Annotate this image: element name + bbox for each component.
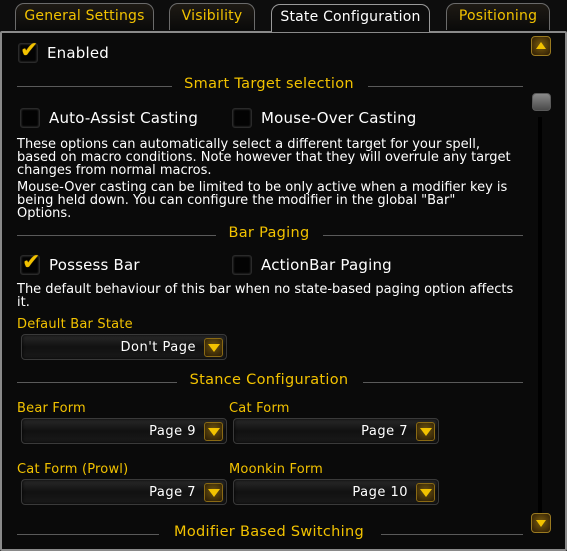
bear-form-dropdown[interactable]: Page 9 (21, 418, 227, 444)
cat-form-dropdown[interactable]: Page 7 (233, 418, 439, 444)
dropdown-value: Page 7 (361, 424, 408, 439)
section-modifier-switching: Modifier Based Switching (15, 524, 523, 544)
scroll-down-arrow-icon[interactable] (531, 513, 551, 533)
scrollbar-track[interactable] (538, 117, 542, 515)
options-panel: ✔ Enabled Smart Target selection Auto-As… (0, 31, 567, 551)
moonkin-form-dropdown[interactable]: Page 10 (233, 479, 439, 505)
tab-general-settings[interactable]: General Settings (15, 3, 154, 30)
scroll-content: ✔ Enabled Smart Target selection Auto-As… (15, 33, 523, 549)
checkmark-icon: ✔ (22, 250, 41, 275)
section-title: Bar Paging (228, 225, 310, 241)
section-smart-target: Smart Target selection (15, 76, 523, 96)
actionbar-paging-checkbox[interactable]: ActionBar Paging (232, 255, 392, 275)
cat-form-prowl-dropdown[interactable]: Page 7 (21, 479, 227, 505)
checkbox-box (20, 108, 40, 128)
dropdown-value: Page 9 (149, 424, 196, 439)
mouse-over-description: Mouse-Over casting can be limited to be … (17, 181, 523, 220)
tab-visibility[interactable]: Visibility (169, 3, 255, 30)
section-bar-paging: Bar Paging (15, 225, 523, 245)
chevron-down-icon[interactable] (204, 338, 223, 357)
enabled-checkbox[interactable]: ✔ Enabled (18, 38, 110, 63)
chevron-down-icon[interactable] (416, 483, 435, 502)
checkbox-box (232, 108, 252, 128)
checkbox-box: ✔ (20, 250, 40, 275)
dropdown-value: Page 10 (352, 485, 408, 500)
actionbar-paging-label: ActionBar Paging (261, 256, 392, 274)
dropdown-value: Page 7 (149, 485, 196, 500)
desc-line: it. (17, 295, 30, 310)
smart-target-description: These options can automatically select a… (17, 138, 523, 177)
cat-form-prowl-label: Cat Form (Prowl) (17, 462, 129, 477)
tab-state-configuration[interactable]: State Configuration (271, 4, 430, 32)
chevron-down-icon[interactable] (204, 483, 223, 502)
section-title: Smart Target selection (184, 76, 354, 92)
desc-line: The default behaviour of this bar when n… (17, 282, 514, 297)
mouse-over-label: Mouse-Over Casting (261, 109, 417, 127)
desc-line: Options. (17, 206, 72, 221)
possess-bar-label: Possess Bar (49, 256, 140, 274)
default-bar-state-dropdown[interactable]: Don't Page (21, 334, 227, 360)
enabled-label: Enabled (47, 44, 110, 62)
dropdown-value: Don't Page (120, 340, 196, 355)
section-title: Stance Configuration (189, 372, 349, 388)
bear-form-label: Bear Form (17, 401, 86, 416)
checkmark-icon: ✔ (20, 38, 39, 63)
section-title: Modifier Based Switching (174, 524, 364, 540)
scroll-up-arrow-icon[interactable] (531, 36, 551, 56)
checkbox-box: ✔ (18, 38, 38, 63)
tab-positioning[interactable]: Positioning (446, 3, 550, 30)
cat-form-label: Cat Form (229, 401, 290, 416)
chevron-down-icon[interactable] (204, 422, 223, 441)
checkbox-box (232, 255, 252, 275)
desc-line: changes from normal macros. (17, 163, 212, 178)
chevron-down-icon[interactable] (416, 422, 435, 441)
possess-bar-checkbox[interactable]: ✔ Possess Bar (20, 250, 140, 275)
bar-paging-description: The default behaviour of this bar when n… (17, 283, 523, 309)
section-stance-configuration: Stance Configuration (15, 372, 523, 392)
default-bar-state-label: Default Bar State (17, 317, 133, 332)
auto-assist-casting-checkbox[interactable]: Auto-Assist Casting (20, 108, 198, 128)
desc-line: being held down. You can configure the m… (17, 193, 456, 208)
auto-assist-label: Auto-Assist Casting (49, 109, 199, 127)
mouse-over-casting-checkbox[interactable]: Mouse-Over Casting (232, 108, 417, 128)
tab-bar: General Settings Visibility State Config… (0, 0, 567, 32)
scrollbar-thumb[interactable] (532, 93, 551, 111)
moonkin-form-label: Moonkin Form (229, 462, 324, 477)
